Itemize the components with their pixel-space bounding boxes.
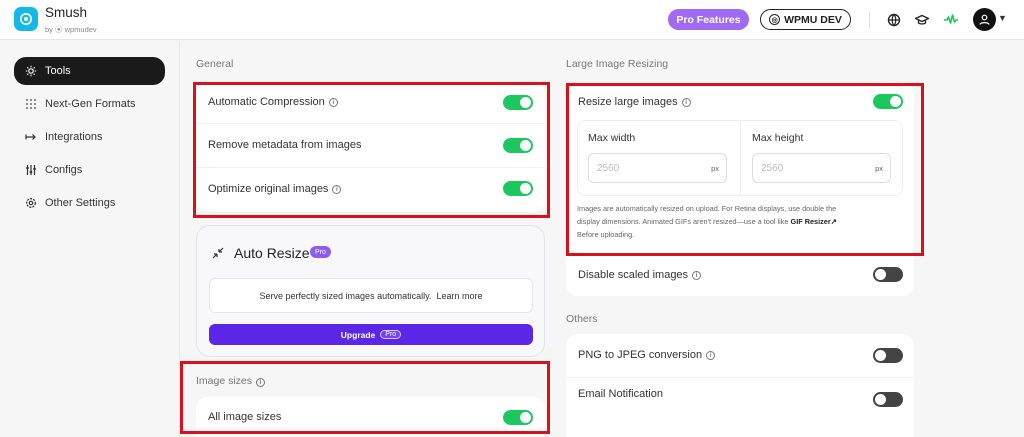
- sidebar-item-label: Next-Gen Formats: [45, 98, 136, 110]
- upgrade-label: Upgrade: [340, 329, 376, 340]
- auto-resize-card: Auto Resize Pro Serve perfectly sized im…: [196, 225, 545, 357]
- max-height-unit: px: [875, 163, 883, 173]
- max-height-label: Max height: [752, 132, 804, 144]
- gear-icon: [25, 65, 37, 77]
- resize-large-images-toggle[interactable]: [873, 94, 903, 109]
- pro-features-button[interactable]: Pro Features: [668, 9, 749, 30]
- chevron-down-icon[interactable]: ▼: [998, 13, 1007, 23]
- sidebar-item-label: Configs: [45, 164, 83, 176]
- avatar[interactable]: [973, 8, 996, 31]
- wpmu-dev-label: WPMU DEV: [784, 13, 842, 26]
- sidebar-item-configs[interactable]: Configs: [14, 156, 165, 184]
- png-to-jpeg-row: PNG to JPEG conversion i: [566, 334, 914, 376]
- integration-arrow-icon: [25, 134, 36, 140]
- row-label: PNG to JPEG conversion: [578, 349, 703, 361]
- remove-metadata-toggle[interactable]: [503, 138, 533, 153]
- max-width-input[interactable]: 2560 px: [588, 153, 727, 183]
- gif-resizer-link-text: GIF Resizer: [790, 217, 831, 226]
- sliders-icon: [26, 165, 36, 175]
- disable-scaled-toggle[interactable]: [873, 267, 903, 282]
- help-line-3: Before uploading.: [577, 230, 635, 239]
- general-card: Automatic Compression i Remove metadata f…: [196, 82, 545, 212]
- optimize-original-toggle[interactable]: [503, 181, 533, 196]
- help-line-1: Images are automatically resized on uplo…: [577, 204, 837, 213]
- image-sizes-row: All image sizes: [196, 397, 545, 437]
- general-row-remove-metadata: Remove metadata from images: [196, 124, 545, 166]
- row-label: Optimize original images: [208, 183, 329, 195]
- header-divider: [869, 12, 870, 28]
- info-icon[interactable]: i: [706, 350, 716, 360]
- sidebar-item-next-gen-formats[interactable]: Next-Gen Formats: [14, 90, 165, 118]
- app-subtitle: by ⦿ wpmudev: [45, 25, 97, 34]
- grid-dots-icon: [26, 99, 36, 109]
- top-header: Smush by ⦿ wpmudev Pro Features ◎ WPMU D…: [0, 0, 1024, 40]
- resize-large-images-row: Resize large images i: [566, 82, 914, 122]
- general-heading: General: [196, 58, 234, 70]
- upgrade-pro-badge: Pro: [380, 330, 402, 339]
- general-row-automatic-compression: Automatic Compression i: [196, 82, 545, 122]
- max-width-value: 2560: [597, 162, 620, 174]
- graduation-cap-icon[interactable]: [914, 12, 930, 28]
- row-label: Remove metadata from images: [208, 139, 362, 151]
- settings-icon: [26, 198, 36, 208]
- auto-resize-title: Auto Resize: [234, 245, 310, 261]
- others-card: PNG to JPEG conversion i Email Notificati…: [566, 334, 914, 437]
- sidebar: Tools Next-Gen Formats Integrations Conf…: [0, 41, 180, 437]
- auto-resize-description: Serve perfectly sized images automatical…: [259, 290, 432, 301]
- app-title: Smush: [45, 5, 88, 20]
- info-icon[interactable]: i: [692, 270, 702, 280]
- collapse-arrows-icon: [212, 247, 224, 259]
- info-icon[interactable]: i: [256, 378, 266, 387]
- globe-icon[interactable]: [886, 12, 902, 28]
- help-line-2: display dimensions. Animated GIFs aren't…: [577, 217, 789, 226]
- sidebar-item-tools[interactable]: Tools: [14, 57, 165, 85]
- email-notification-row: Email Notification: [566, 378, 914, 410]
- upgrade-button[interactable]: Upgrade Pro: [209, 324, 533, 345]
- info-icon[interactable]: i: [332, 184, 342, 194]
- max-width-label: Max width: [588, 132, 636, 144]
- resize-help-text: Images are automatically resized on uplo…: [577, 202, 897, 241]
- large-resizing-heading: Large Image Resizing: [566, 58, 669, 70]
- large-resizing-card: Resize large images i Max width 2560 px M…: [566, 82, 914, 296]
- all-image-sizes-toggle[interactable]: [503, 410, 533, 425]
- email-notification-toggle[interactable]: [873, 392, 903, 407]
- activity-icon[interactable]: [943, 12, 959, 28]
- pro-badge: Pro: [310, 246, 331, 258]
- max-height-group: Max height 2560 px: [741, 120, 903, 196]
- sidebar-item-other-settings[interactable]: Other Settings: [14, 189, 165, 217]
- smush-logo-icon: [14, 7, 38, 31]
- png-to-jpeg-toggle[interactable]: [873, 348, 903, 363]
- wpmu-dev-button[interactable]: ◎ WPMU DEV: [760, 9, 851, 30]
- sidebar-item-label: Other Settings: [45, 197, 116, 209]
- row-label: Disable scaled images: [578, 269, 689, 281]
- others-heading: Others: [566, 313, 598, 325]
- disable-scaled-row: Disable scaled images i: [566, 255, 914, 295]
- max-width-group: Max width 2560 px: [577, 120, 739, 196]
- general-row-optimize-original: Optimize original images i: [196, 168, 545, 210]
- learn-more-link[interactable]: Learn more: [436, 291, 482, 301]
- auto-resize-description-box: Serve perfectly sized images automatical…: [209, 278, 533, 313]
- sidebar-item-label: Integrations: [45, 131, 103, 143]
- info-icon[interactable]: i: [681, 97, 691, 107]
- automatic-compression-toggle[interactable]: [503, 95, 533, 110]
- sidebar-item-integrations[interactable]: Integrations: [14, 123, 165, 151]
- max-height-value: 2560: [761, 162, 784, 174]
- image-sizes-heading: Image sizes i: [196, 375, 266, 387]
- wpmu-logo-icon: ◎: [769, 14, 781, 25]
- row-label: Automatic Compression: [208, 96, 325, 108]
- max-width-unit: px: [711, 163, 719, 173]
- info-icon[interactable]: i: [328, 97, 338, 107]
- image-sizes-heading-text: Image sizes: [196, 375, 253, 387]
- row-label: Resize large images: [578, 96, 678, 108]
- sidebar-item-label: Tools: [45, 65, 71, 77]
- gif-resizer-link[interactable]: GIF Resizer↗: [791, 217, 837, 226]
- row-label: All image sizes: [208, 411, 282, 423]
- row-label: Email Notification: [578, 388, 663, 400]
- image-sizes-card: All image sizes: [196, 397, 545, 437]
- max-height-input[interactable]: 2560 px: [752, 153, 891, 183]
